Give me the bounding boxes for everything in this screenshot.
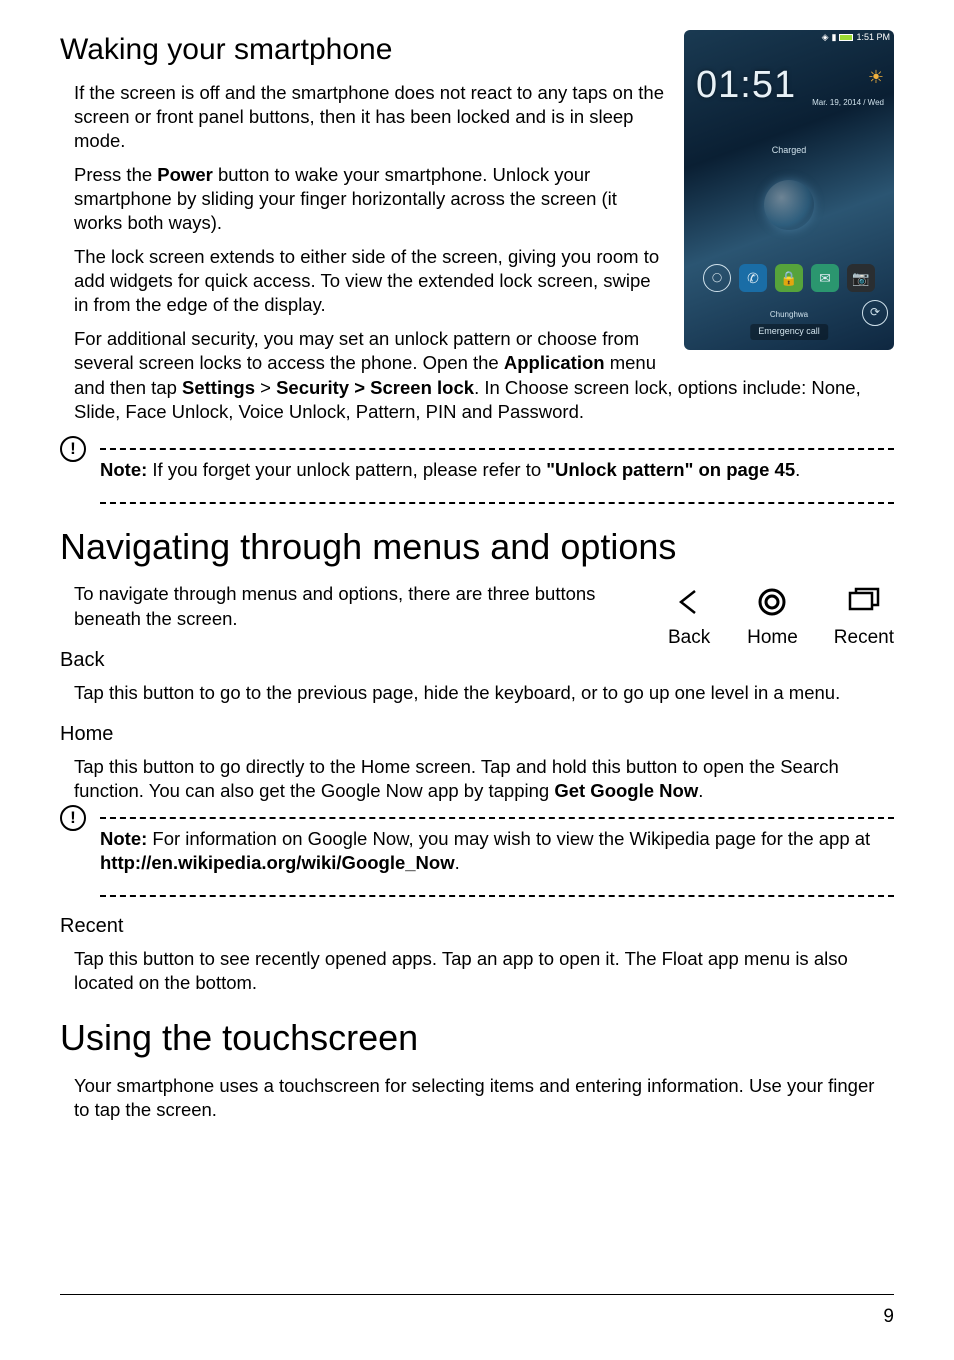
- note1-link: "Unlock pattern" on page 45: [546, 459, 795, 480]
- back-icon: [667, 584, 711, 620]
- note2-link: http://en.wikipedia.org/wiki/Google_Now: [100, 852, 455, 873]
- note1-label: Note:: [100, 459, 147, 480]
- recent-label: Recent: [834, 626, 894, 651]
- battery-icon: [839, 34, 853, 41]
- home-paragraph: Tap this button to go directly to the Ho…: [74, 755, 894, 803]
- emergency-call: Emergency call: [750, 324, 828, 340]
- nav-buttons-figure: Back Home Recent: [667, 584, 894, 651]
- home-button-figure: Home: [747, 584, 798, 651]
- note2-label: Note:: [100, 828, 147, 849]
- note1-t2: .: [795, 459, 800, 480]
- lock-icon: 🔒: [775, 264, 803, 292]
- settings-bold: Settings: [182, 377, 255, 398]
- navigating-heading: Navigating through menus and options: [60, 524, 894, 571]
- recent-paragraph: Tap this button to see recently opened a…: [74, 947, 894, 995]
- home-p-post: .: [698, 780, 703, 801]
- dock-circle-icon: ◯: [703, 264, 731, 292]
- recent-button-figure: Recent: [834, 584, 894, 651]
- back-button-figure: Back: [667, 584, 711, 651]
- note1-text: Note: If you forget your unlock pattern,…: [100, 458, 894, 482]
- page-number: 9: [883, 1306, 894, 1327]
- touchscreen-paragraph: Your smartphone uses a touchscreen for s…: [74, 1074, 894, 1122]
- status-bar: ◈ ▮ 1:51 PM: [822, 32, 890, 44]
- home-subheading: Home: [60, 721, 894, 747]
- lockscreen-figure: ◈ ▮ 1:51 PM ☀ 01:51 Mar. 19, 2014 / Wed …: [684, 30, 894, 350]
- charged-label: Charged: [684, 145, 894, 157]
- dock-app-1: ✆: [739, 264, 767, 292]
- caution-icon: !: [60, 436, 86, 462]
- get-google-now-bold: Get Google Now: [554, 780, 698, 801]
- page-footer: 9: [60, 1294, 894, 1330]
- touchscreen-heading: Using the touchscreen: [60, 1015, 894, 1062]
- lock-time: 01:51: [696, 66, 796, 104]
- carrier-label: Chunghwa: [684, 310, 894, 320]
- dock-camera-icon: 📷: [847, 264, 875, 292]
- wifi-icon: ◈: [822, 32, 829, 44]
- note1-t1: If you forget your unlock pattern, pleas…: [147, 459, 546, 480]
- note2-t2: .: [455, 852, 460, 873]
- home-label: Home: [747, 626, 798, 651]
- caution-icon: !: [60, 805, 86, 831]
- back-label: Back: [668, 626, 710, 651]
- signal-icon: ▮: [832, 32, 837, 44]
- dock-app-2: ✉: [811, 264, 839, 292]
- note-google-now: ! Note: For information on Google Now, y…: [100, 817, 894, 897]
- note2-t1: For information on Google Now, you may w…: [147, 828, 870, 849]
- dock-row: ◯ ✆ 🔒 ✉ 📷: [684, 264, 894, 292]
- waking-p2-pre: Press the: [74, 164, 157, 185]
- waking-p4-gt: >: [255, 377, 276, 398]
- note2-text: Note: For information on Google Now, you…: [100, 827, 894, 875]
- back-paragraph: Tap this button to go to the previous pa…: [74, 681, 894, 705]
- weather-icon: ☀: [868, 66, 884, 89]
- water-graphic: [764, 180, 814, 230]
- lock-date: Mar. 19, 2014 / Wed: [812, 98, 884, 108]
- home-p-pre: Tap this button to go directly to the Ho…: [74, 756, 839, 801]
- security-bold: Security > Screen lock: [276, 377, 474, 398]
- home-icon: [750, 584, 794, 620]
- recent-subheading: Recent: [60, 913, 894, 939]
- status-time: 1:51 PM: [856, 32, 890, 44]
- power-bold: Power: [157, 164, 213, 185]
- recent-icon: [842, 584, 886, 620]
- application-bold: Application: [504, 352, 605, 373]
- note-unlock-pattern: ! Note: If you forget your unlock patter…: [100, 448, 894, 504]
